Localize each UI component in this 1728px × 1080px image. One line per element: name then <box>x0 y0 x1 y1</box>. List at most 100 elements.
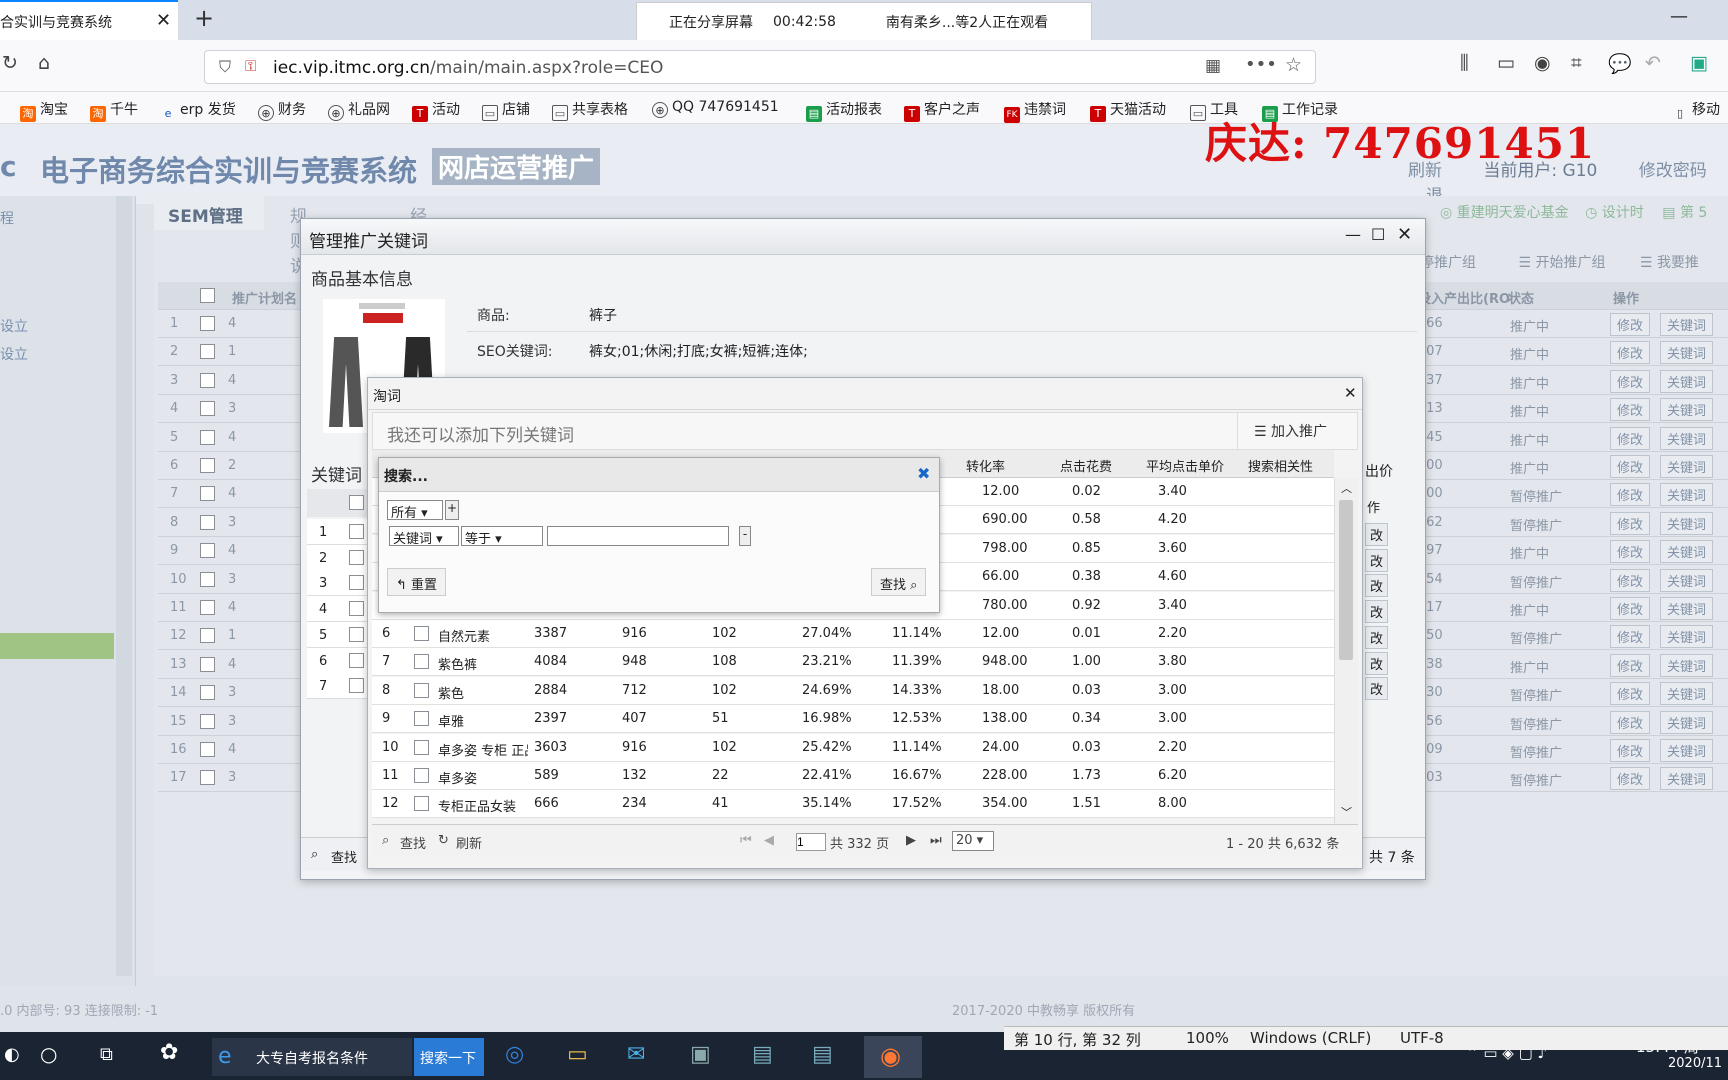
minimize-icon[interactable]: — <box>1670 6 1688 27</box>
prev-page-icon[interactable]: ◀ <box>764 833 774 848</box>
table-row[interactable]: 6 自然元素 3387 916 102 27.04% 11.14% 12.00 0.01 2.20 <box>372 620 1334 648</box>
row-checkbox[interactable] <box>349 601 364 617</box>
row-checkbox[interactable] <box>349 524 364 539</box>
explorer-icon[interactable]: ▭ <box>567 1042 588 1067</box>
close-icon[interactable]: ✕ <box>156 10 171 31</box>
keyword-button[interactable]: 关键词 <box>1660 455 1714 478</box>
keyword-button[interactable]: 关键词 <box>1660 625 1714 649</box>
edit-button[interactable]: 改 <box>1365 523 1389 546</box>
sidebar-icon[interactable]: ▭ <box>1497 52 1515 74</box>
row-checkbox[interactable] <box>200 486 215 502</box>
keyword-button[interactable]: 关键词 <box>1660 710 1714 734</box>
list-item[interactable]: 5 <box>307 621 367 648</box>
bookmark-item[interactable]: T 天猫活动 <box>1090 99 1166 122</box>
list-item[interactable]: 6 <box>307 647 367 674</box>
table-row[interactable]: 9 卓雅 2397 407 51 16.98% 12.53% 138.00 0.34 3.00 <box>372 705 1334 734</box>
search-submit-button[interactable]: 查找 ⌕ <box>871 568 927 596</box>
app-icon[interactable]: ▣ <box>690 1042 711 1067</box>
row-checkbox[interactable] <box>200 372 215 388</box>
chevron-down-icon[interactable]: ﹀ <box>1341 804 1352 820</box>
row-checkbox[interactable] <box>414 768 429 783</box>
keyword-button[interactable]: 关键词 <box>1660 568 1714 592</box>
edit-button[interactable]: 修改 <box>1610 341 1651 365</box>
keyword-button[interactable]: 关键词 <box>1660 540 1714 564</box>
keyword-button[interactable]: 关键词 <box>1660 341 1714 365</box>
search-value-input[interactable] <box>547 526 729 546</box>
row-checkbox[interactable] <box>414 796 429 812</box>
edit-button[interactable]: 改 <box>1365 548 1389 572</box>
edit-button[interactable]: 修改 <box>1610 767 1651 791</box>
change-password-link[interactable]: 修改密码 <box>1639 161 1707 181</box>
edit-button[interactable]: 修改 <box>1610 739 1651 762</box>
operator-select[interactable]: 等于 ▾ <box>461 526 543 547</box>
edit-button[interactable]: 改 <box>1365 625 1389 649</box>
edit-button[interactable]: 修改 <box>1610 568 1651 592</box>
tab-sem[interactable]: SEM管理 <box>154 196 264 230</box>
chat-icon[interactable]: 💬 <box>1608 52 1632 75</box>
keyword-button[interactable]: 关键词 <box>1660 398 1714 422</box>
edit-button[interactable]: 修改 <box>1610 398 1651 422</box>
chevron-up-icon[interactable]: ︿ <box>1341 480 1352 496</box>
start-icon[interactable]: ◐ <box>4 1044 20 1065</box>
edit-button[interactable]: 修改 <box>1610 653 1651 677</box>
row-checkbox[interactable] <box>414 654 429 670</box>
browser-tab[interactable]: 合实训与竞赛系统 ✕ <box>0 0 178 40</box>
keyword-button[interactable]: 关键词 <box>1660 739 1714 762</box>
undo-icon[interactable]: ↶ <box>1645 52 1661 74</box>
start-group-button[interactable]: 开始推广组 <box>1535 255 1605 271</box>
qr-code-icon[interactable]: ▦ <box>1205 56 1221 76</box>
row-checkbox[interactable] <box>414 711 429 727</box>
bookmark-item[interactable]: ⊕ QQ 747691451 <box>652 99 779 118</box>
reset-button[interactable]: ↰ 重置 <box>387 568 447 596</box>
sidebar-item-active[interactable] <box>0 633 114 659</box>
bookmark-item[interactable]: ▭ 共享表格 <box>552 99 628 121</box>
firefox-icon[interactable]: ◉ <box>864 1036 922 1078</box>
bookmark-item[interactable]: ⊕ 礼品网 <box>328 99 390 121</box>
edit-button[interactable]: 修改 <box>1610 369 1651 393</box>
edit-button[interactable]: 修改 <box>1610 540 1651 564</box>
account-icon[interactable]: ◉ <box>1534 52 1551 74</box>
sidebar-item[interactable]: 程 <box>0 208 14 228</box>
maximize-icon[interactable]: ☐ <box>1371 225 1385 244</box>
edit-button[interactable]: 改 <box>1365 677 1389 701</box>
list-item[interactable]: 2 <box>307 544 367 571</box>
row-checkbox[interactable] <box>200 571 215 587</box>
table-row[interactable]: 11 卓多姿 589 132 22 22.41% 16.67% 228.00 1.73 6.20 <box>372 762 1334 790</box>
insecure-lock-icon[interactable]: ⚿ <box>245 57 256 75</box>
scope-select[interactable]: 所有 ▾ <box>387 500 443 521</box>
find-button[interactable]: 查找 <box>331 847 357 866</box>
taoci-scrollbar[interactable]: ︿ ﹀ <box>1334 478 1358 824</box>
bookmark-item[interactable]: T 客户之声 <box>904 99 980 122</box>
row-checkbox[interactable] <box>349 549 364 565</box>
mail-icon[interactable]: ✉ <box>627 1042 645 1067</box>
clock-date[interactable]: 2020/11 <box>1668 1056 1722 1071</box>
pause-group-button[interactable]: 停推广组 <box>1420 255 1476 271</box>
bookmark-item[interactable]: 淘淘宝 <box>20 99 68 122</box>
edit-button[interactable]: 修改 <box>1610 597 1651 620</box>
design-time[interactable]: 设计时 <box>1602 205 1644 221</box>
table-row[interactable]: 8 紫色 2884 712 102 24.69% 14.33% 18.00 0.03 3.00 <box>372 676 1334 705</box>
extension-icon[interactable]: ▣ <box>1690 52 1708 74</box>
bookmark-item[interactable]: ▤ 活动报表 <box>806 99 882 122</box>
edit-button[interactable]: 改 <box>1365 574 1389 598</box>
keyword-button[interactable]: 关键词 <box>1660 369 1714 393</box>
close-icon[interactable]: ✕ <box>1344 384 1357 402</box>
row-checkbox[interactable] <box>414 739 429 755</box>
row-checkbox[interactable] <box>349 626 364 642</box>
bookmark-item[interactable]: ⊕ 财务 <box>258 99 306 121</box>
pager-refresh[interactable]: 刷新 <box>456 833 482 852</box>
add-button[interactable]: 我要推 <box>1657 255 1699 271</box>
screenshot-icon[interactable]: ⌗ <box>1571 52 1582 74</box>
keyword-button[interactable]: 关键词 <box>1660 511 1714 535</box>
row-checkbox[interactable] <box>200 770 215 786</box>
app-icon[interactable]: ▤ <box>752 1042 773 1067</box>
row-checkbox[interactable] <box>200 458 215 473</box>
task-view-icon[interactable]: ⧉ <box>100 1044 113 1065</box>
refresh-icon[interactable]: ↻ <box>438 833 449 848</box>
edit-button[interactable]: 修改 <box>1610 426 1651 450</box>
taoci-titlebar[interactable]: 淘词 ✕ <box>368 378 1362 410</box>
last-page-icon[interactable]: ⏭ <box>930 833 942 848</box>
add-rule-icon[interactable]: + <box>445 500 459 520</box>
select-all-checkbox[interactable] <box>349 495 364 510</box>
row-checkbox[interactable] <box>200 685 215 701</box>
